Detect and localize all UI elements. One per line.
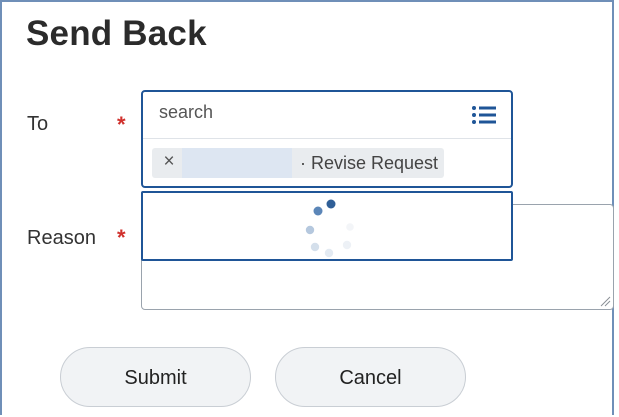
to-selector[interactable]: × · Revise Request <box>141 90 513 188</box>
spinner-icon <box>305 199 354 258</box>
close-icon[interactable]: × <box>161 151 177 173</box>
selector-divider <box>143 138 511 139</box>
to-label: To <box>27 113 49 135</box>
dialog-title: Send Back <box>26 14 207 53</box>
search-input[interactable] <box>159 102 459 123</box>
reason-label: Reason <box>27 227 96 249</box>
selected-item-text: · Revise Request <box>300 153 439 173</box>
selected-item-pill: × · Revise Request <box>152 148 444 178</box>
reason-required-mark: * <box>117 225 126 250</box>
list-icon[interactable] <box>471 105 497 125</box>
to-required-mark: * <box>117 112 126 137</box>
resize-grip-icon[interactable] <box>599 295 611 307</box>
submit-button[interactable]: Submit <box>60 347 251 407</box>
redacted-name <box>182 148 292 178</box>
cancel-button[interactable]: Cancel <box>275 347 466 407</box>
search-results-dropdown <box>141 191 513 261</box>
